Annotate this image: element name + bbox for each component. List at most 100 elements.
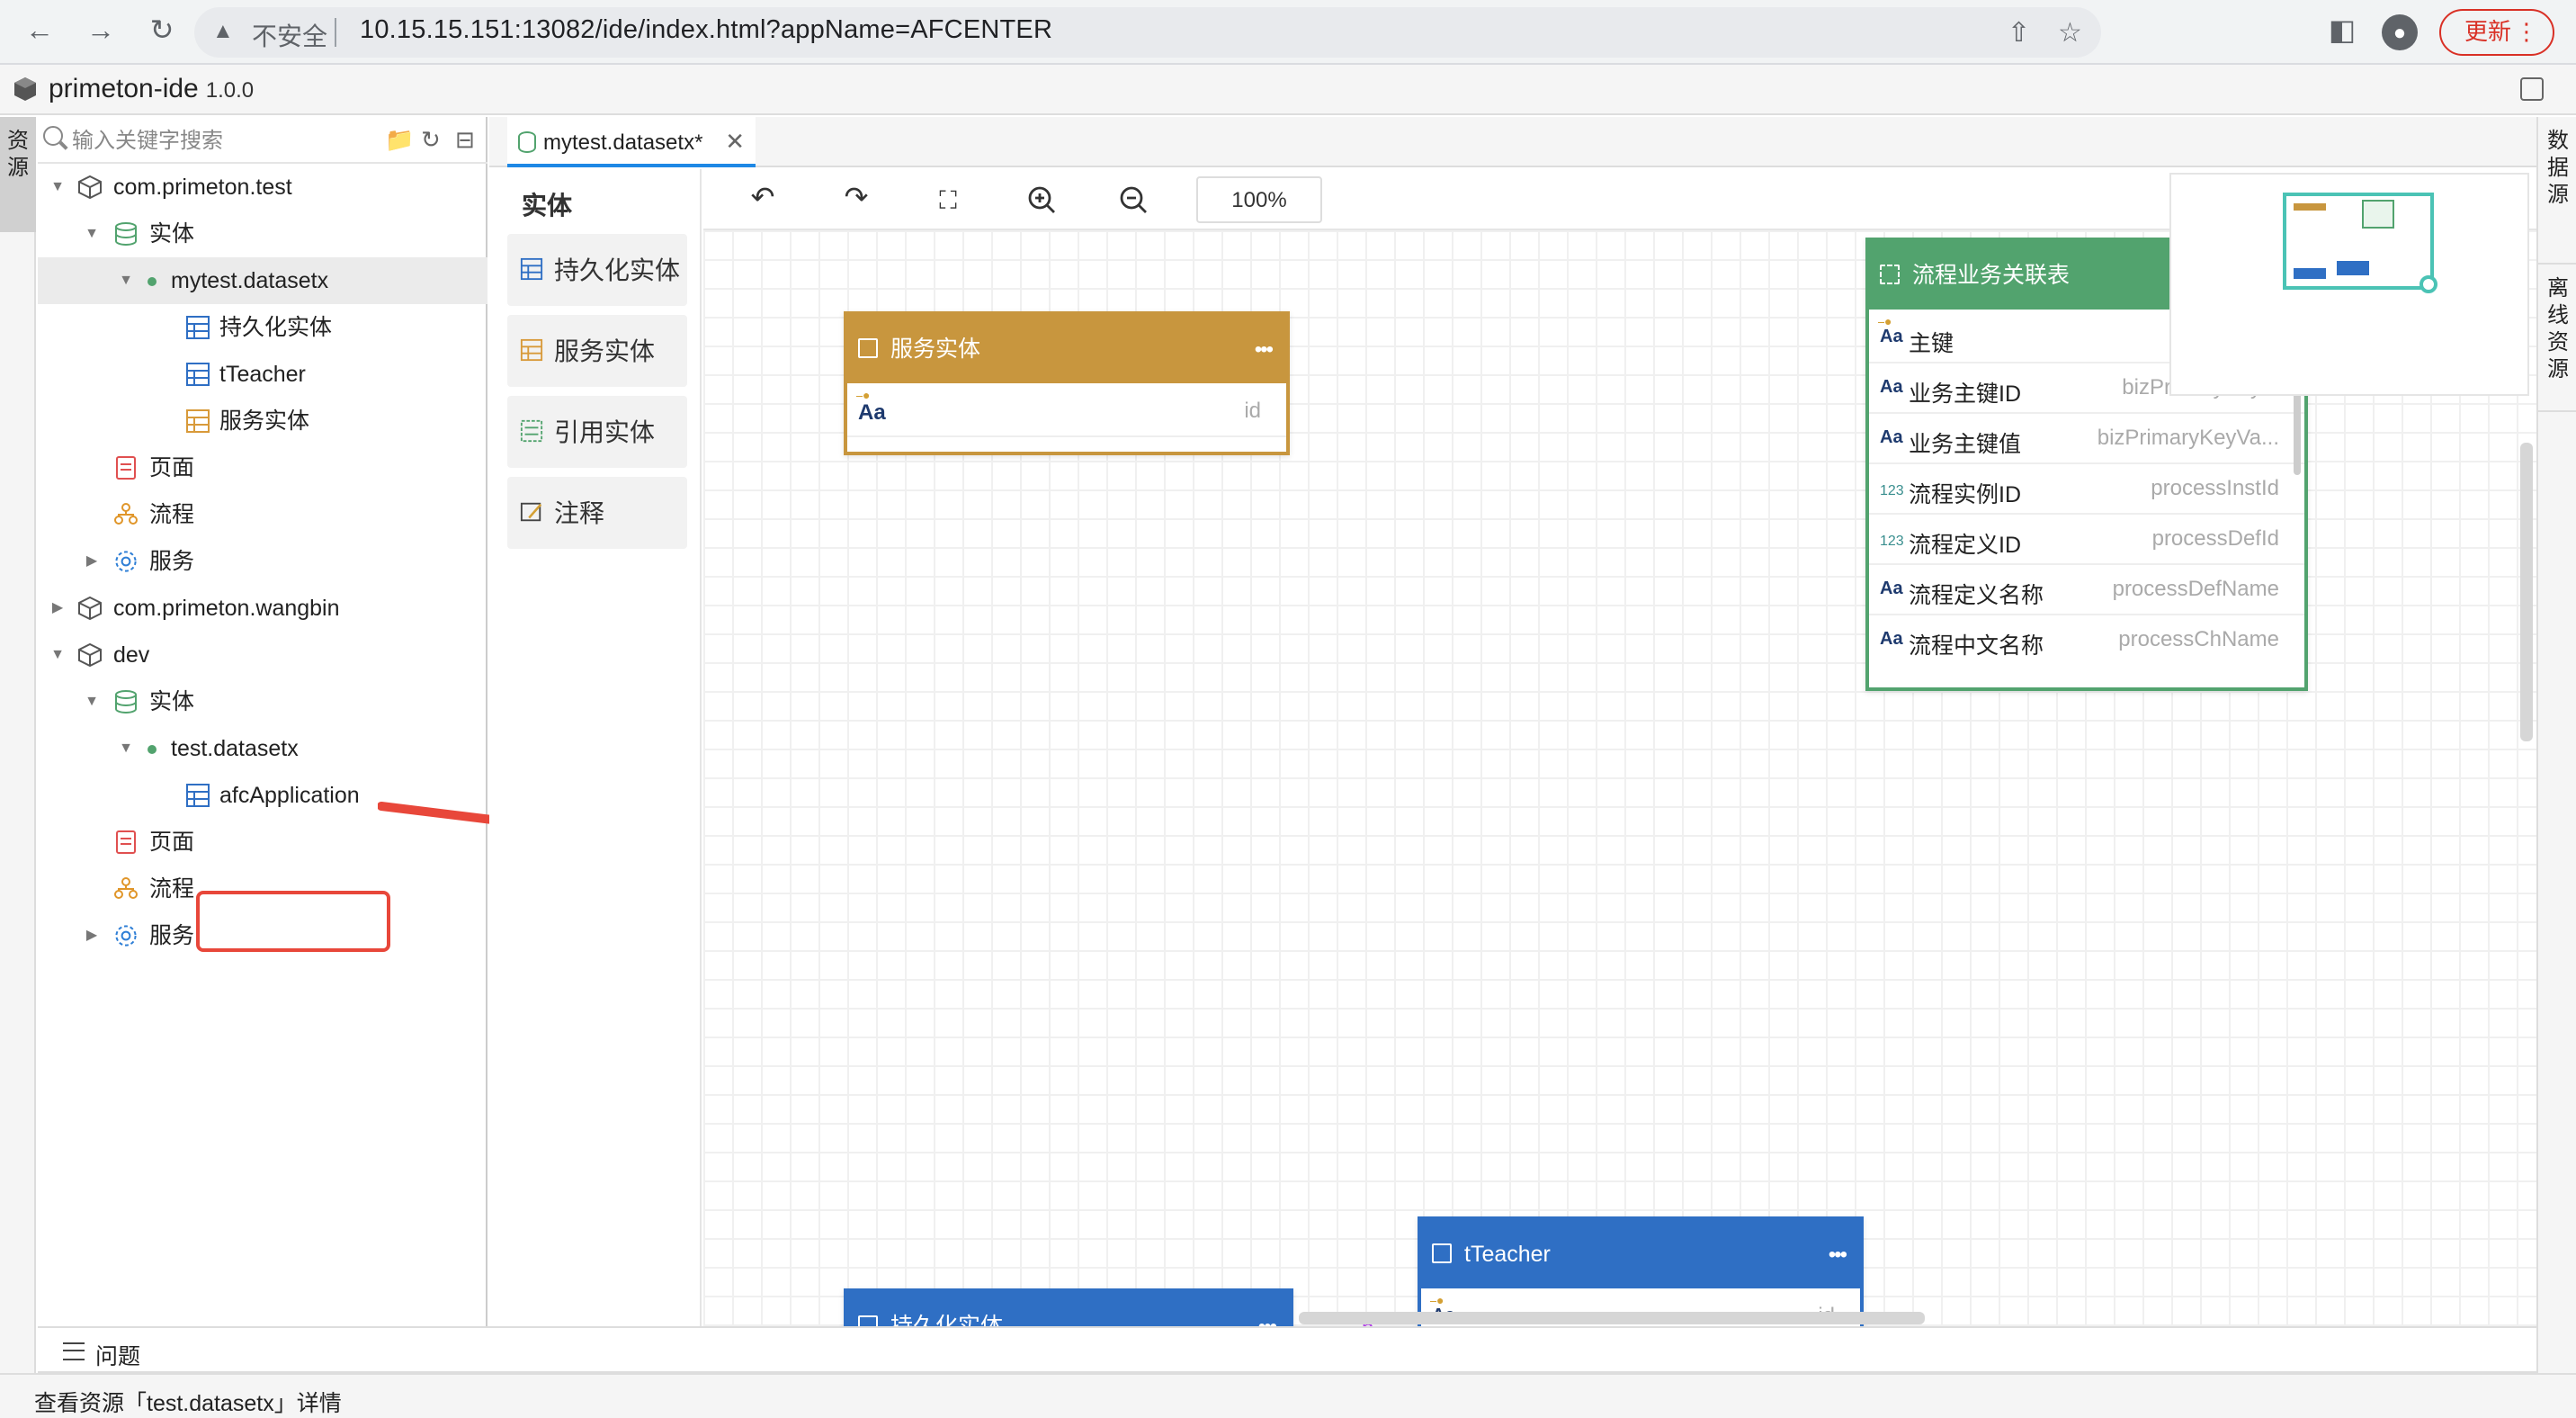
more-icon[interactable]: ••• [1258, 1292, 1277, 1326]
refresh-icon[interactable]: ↻ [421, 127, 441, 153]
minimap-resize-handle[interactable] [2419, 275, 2437, 293]
palette-item-comment[interactable]: 注释 [507, 477, 687, 549]
caret-down-icon[interactable]: ▼ [83, 678, 101, 725]
resources-tab[interactable]: 资源 [0, 117, 36, 232]
tree-item-services[interactable]: ▶ 服务 [38, 538, 487, 585]
caret-right-icon[interactable]: ▶ [83, 538, 101, 585]
fit-screen-icon[interactable]: ⛶ [932, 184, 964, 216]
entity-title: 服务实体 [890, 337, 981, 362]
palette-item-label: 服务实体 [554, 337, 655, 365]
field-row[interactable]: Aa 流程定义名称 processDefName [1869, 565, 2304, 615]
search-input[interactable] [72, 124, 378, 157]
page-icon [116, 830, 136, 854]
close-icon[interactable]: ✕ [725, 117, 745, 167]
offline-resources-tab[interactable]: 离线资源 [2538, 265, 2576, 412]
tree-item-label: 服务 [149, 923, 195, 948]
star-icon[interactable]: ☆ [2058, 16, 2082, 49]
database-icon [115, 690, 137, 713]
redo-icon[interactable]: ↷ [840, 184, 872, 216]
palette-title: 实体 [522, 191, 572, 220]
tree-item-dev-entities[interactable]: ▼ 实体 [38, 678, 487, 725]
zoom-out-icon[interactable] [1117, 184, 1149, 216]
entity-title: 流程业务关联表 [1912, 263, 2071, 288]
entity-tteacher[interactable]: tTeacher ••• ⎯● Aa id Aa mark Aa age [1418, 1216, 1864, 1326]
tree-item-pages[interactable]: 页面 [38, 444, 487, 491]
field-name: 业务主键ID [1909, 381, 2022, 407]
tree-item-test-datasetx[interactable]: ▼ test.datasetx [38, 725, 487, 772]
field-type-icon: 123 [1880, 482, 1904, 498]
update-label: 更新 [2464, 18, 2512, 45]
more-icon[interactable]: ••• [1255, 315, 1274, 383]
more-icon[interactable]: ••• [1829, 1220, 1847, 1288]
caret-down-icon[interactable]: ▼ [49, 164, 67, 211]
entity-persistent-entity[interactable]: 持久化实体 ••• ⎯● Aa id [844, 1288, 1293, 1326]
tree-item-com-primeton-wangbin[interactable]: ▶ com.primeton.wangbin [38, 585, 487, 632]
reference-table-icon [520, 419, 543, 443]
package-icon [78, 642, 102, 668]
entity-title: 持久化实体 [890, 1314, 1004, 1326]
caret-down-icon[interactable]: ▼ [117, 257, 135, 304]
field-code: bizPrimaryKeyVa... [2097, 425, 2279, 450]
field-row[interactable]: ⎯● Aa id [847, 387, 1286, 437]
tree-item-label: 流程 [149, 502, 195, 527]
entity-header[interactable]: tTeacher ••• [1421, 1220, 1860, 1288]
entity-header[interactable]: 服务实体 ••• [847, 315, 1286, 383]
tree-item-label: test.datasetx [171, 736, 299, 761]
caret-down-icon[interactable]: ▼ [117, 725, 135, 772]
forward-icon[interactable]: → [83, 14, 119, 50]
table-icon [186, 316, 210, 339]
tree-item-entities[interactable]: ▼ 实体 [38, 211, 487, 257]
share-icon[interactable]: ⇧ [2008, 16, 2030, 49]
zoom-level-input[interactable]: 100% [1196, 176, 1322, 223]
tab-mytest-datasetx[interactable]: mytest.datasetx* ✕ [507, 117, 756, 167]
field-row[interactable]: Aa 业务主键值 bizPrimaryKeyVa... [1869, 414, 2304, 464]
tree-item-label: 页面 [149, 455, 195, 480]
entity-service-entity[interactable]: 服务实体 ••• ⎯● Aa id [844, 311, 1290, 455]
problems-tab[interactable]: 问题 [95, 1337, 140, 1371]
tree-item-service-entity[interactable]: 服务实体 [38, 398, 487, 444]
reload-icon[interactable]: ↻ [144, 14, 180, 50]
profile-icon[interactable]: ● [2382, 14, 2418, 50]
canvas-vertical-scrollbar[interactable] [2520, 443, 2533, 741]
tree-item-com-primeton-test[interactable]: ▼ com.primeton.test [38, 164, 487, 211]
undo-icon[interactable]: ↶ [747, 184, 779, 216]
tree-item-persistent-entity[interactable]: 持久化实体 [38, 304, 487, 351]
datasource-tab[interactable]: 数据源 [2538, 117, 2576, 265]
url-text[interactable]: 10.15.15.151:13082/ide/index.html?appNam… [360, 16, 1052, 45]
tree-item-tteacher[interactable]: tTeacher [38, 351, 487, 398]
caret-down-icon[interactable]: ▼ [49, 632, 67, 678]
field-code: processInstId [2151, 475, 2279, 500]
update-button[interactable]: 更新 ⋮ [2439, 9, 2554, 56]
flow-icon [114, 503, 138, 525]
problems-panel: 问题 [38, 1326, 2536, 1373]
zoom-in-icon[interactable] [1025, 184, 1058, 216]
collapse-all-icon[interactable]: ⊟ [455, 127, 475, 153]
field-row[interactable]: Aa 流程中文名称 processChName [1869, 615, 2304, 666]
minimap-viewport[interactable] [2283, 193, 2437, 293]
table-icon [186, 363, 210, 386]
caret-down-icon[interactable]: ▼ [83, 211, 101, 257]
status-bar: 查看资源「test.datasetx」详情 [0, 1373, 2576, 1418]
new-folder-icon[interactable]: 📁 [385, 127, 414, 153]
minimap[interactable] [2169, 173, 2529, 396]
tree-item-label: 持久化实体 [219, 315, 333, 340]
field-row[interactable]: 123 流程实例ID processInstId [1869, 464, 2304, 515]
tree-item-mytest-datasetx[interactable]: ▼ mytest.datasetx [38, 257, 487, 304]
save-icon[interactable] [2520, 77, 2544, 101]
caret-right-icon[interactable]: ▶ [83, 912, 101, 959]
palette-item-persistent-entity[interactable]: 持久化实体 [507, 234, 687, 306]
back-icon[interactable]: ← [22, 14, 58, 50]
address-bar[interactable]: ▲ 不安全 10.15.15.151:13082/ide/index.html?… [194, 7, 2101, 58]
entity-header[interactable]: 持久化实体 ••• [847, 1292, 1290, 1326]
canvas-horizontal-scrollbar[interactable] [1299, 1312, 1925, 1324]
tree-item-label: dev [113, 642, 150, 668]
field-row[interactable]: 123 流程定义ID processDefId [1869, 515, 2304, 565]
tree-item-dev[interactable]: ▼ dev [38, 632, 487, 678]
field-type-icon: Aa [1880, 328, 1903, 347]
palette-item-reference-entity[interactable]: 引用实体 [507, 396, 687, 468]
tree-item-flows[interactable]: 流程 [38, 491, 487, 538]
database-icon [115, 222, 137, 246]
palette-item-service-entity[interactable]: 服务实体 [507, 315, 687, 387]
caret-right-icon[interactable]: ▶ [49, 585, 67, 632]
sidepanel-icon[interactable]: ◧ [2324, 14, 2360, 50]
